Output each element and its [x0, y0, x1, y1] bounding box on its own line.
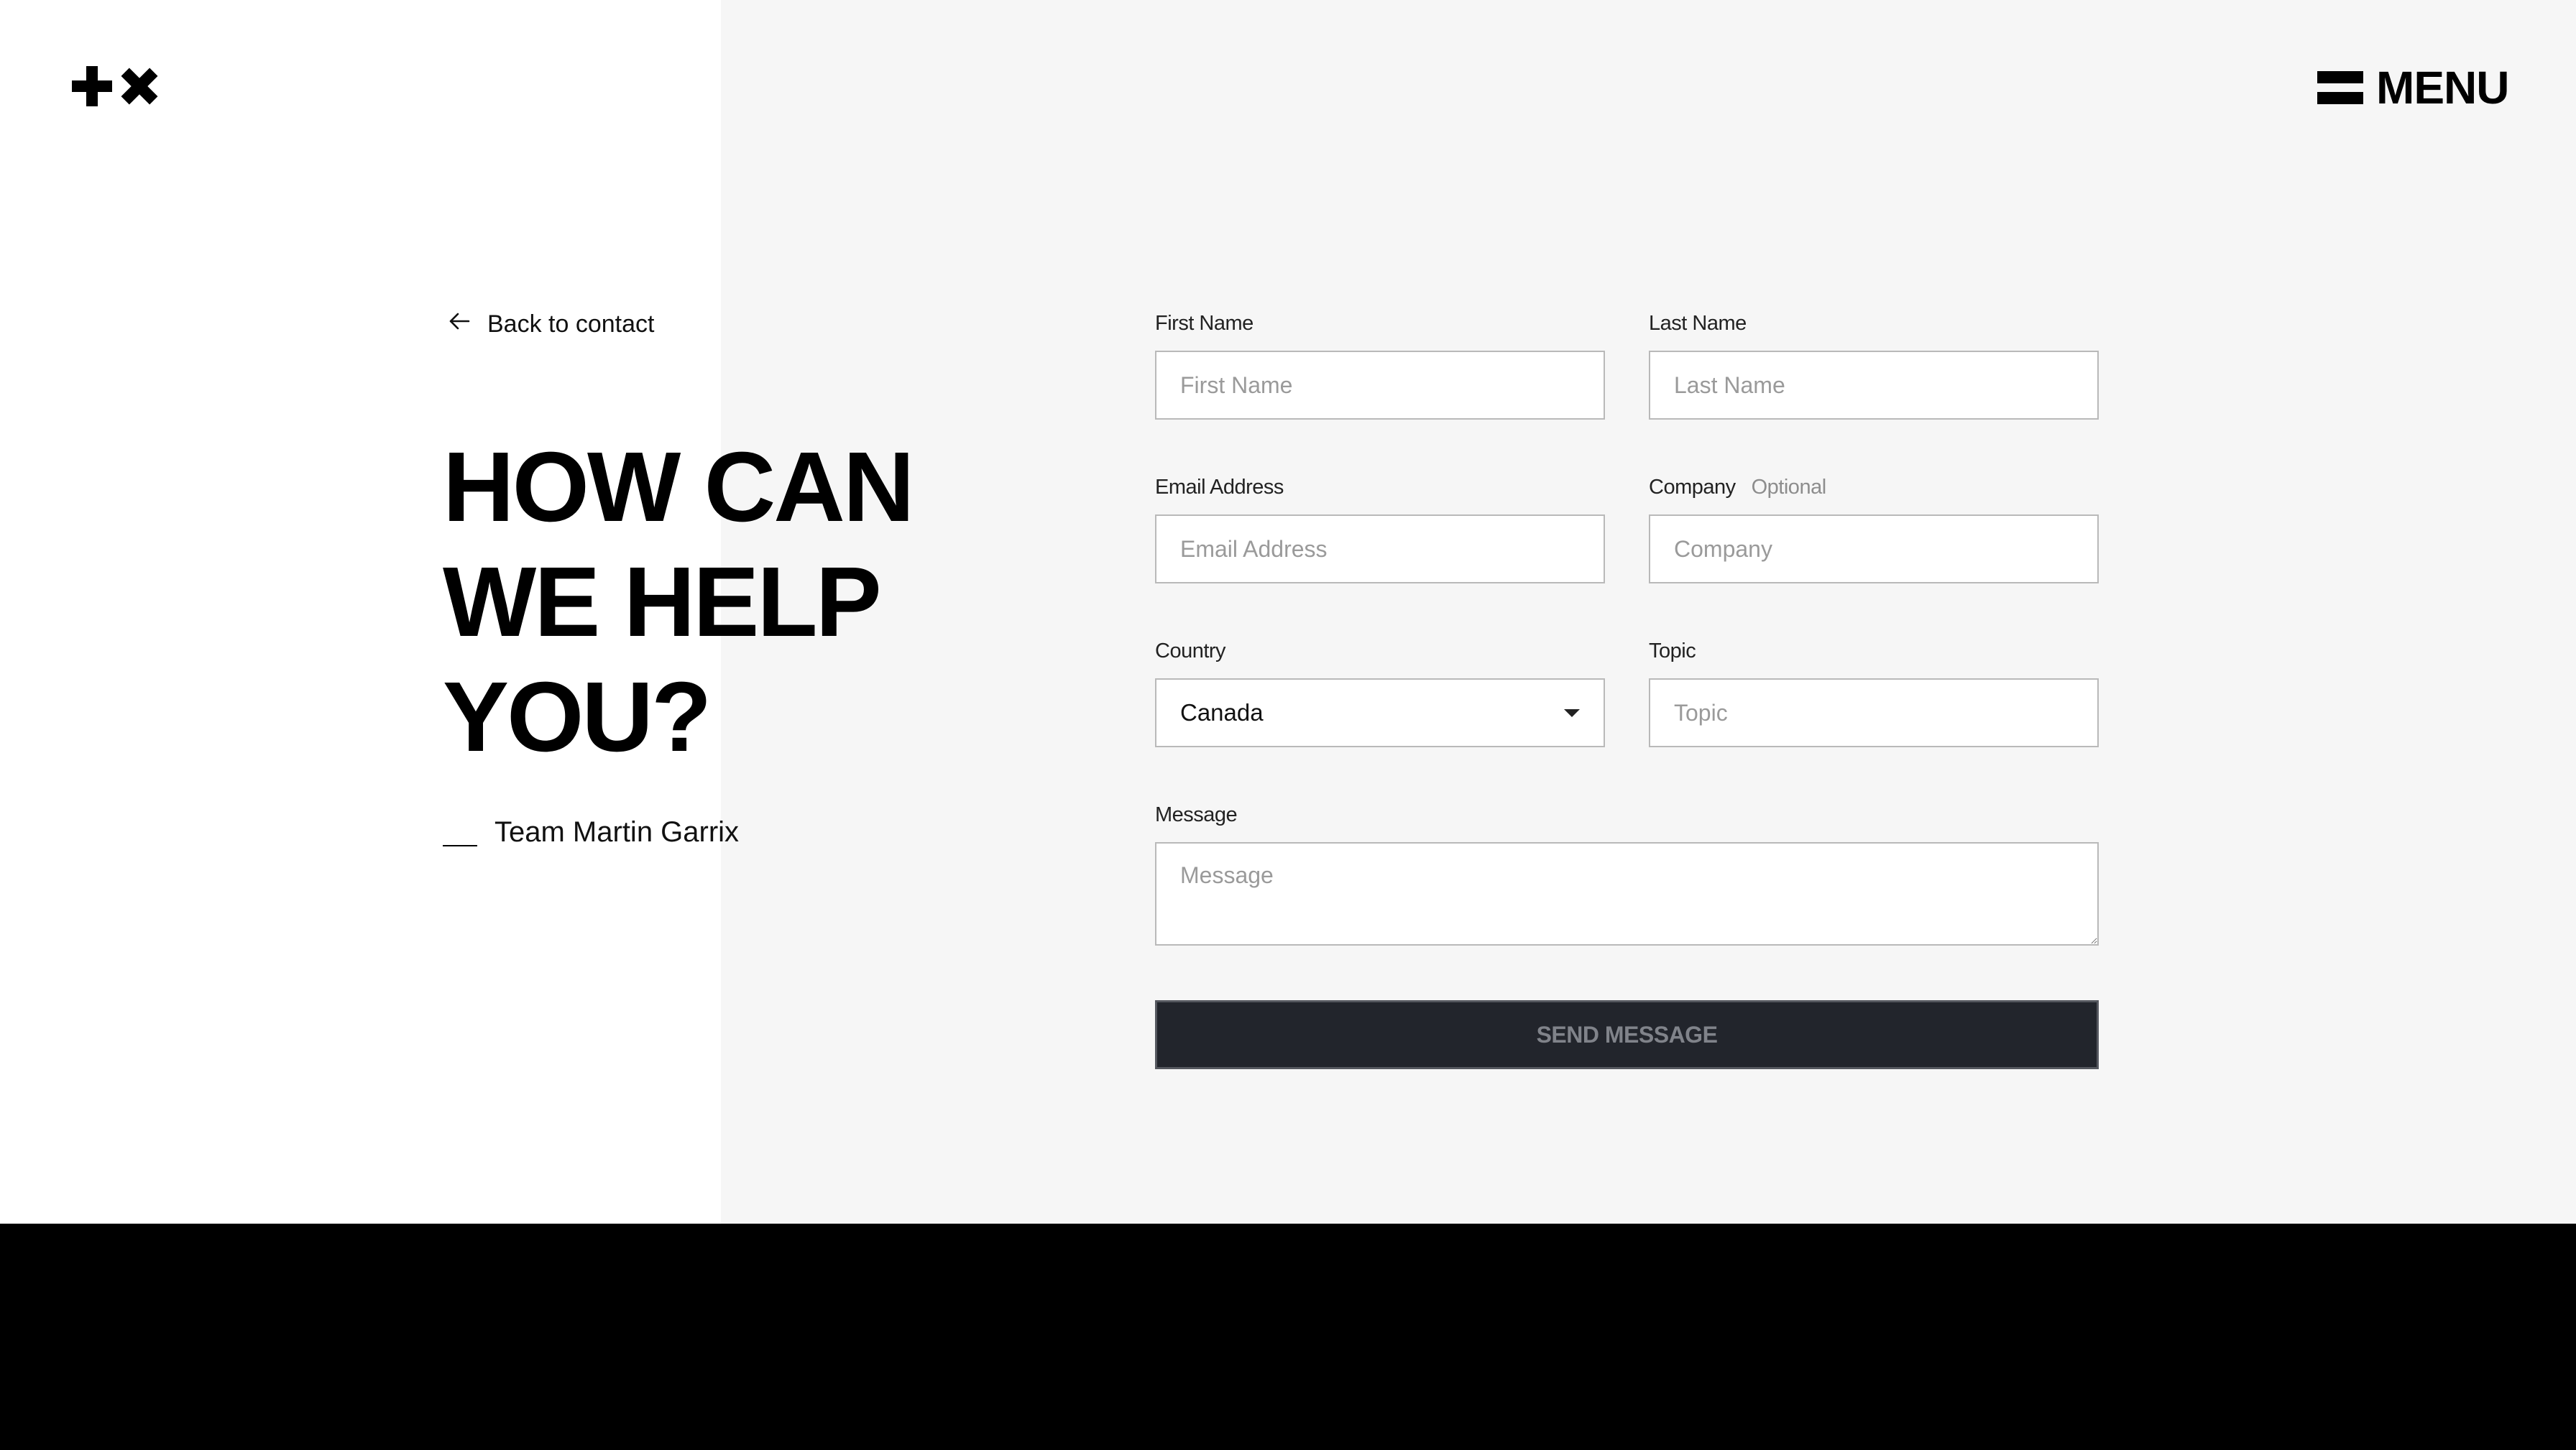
- country-selected-value: Canada: [1180, 699, 1264, 726]
- company-label-text: Company: [1649, 475, 1736, 499]
- plus-times-logo-icon[interactable]: [72, 66, 160, 106]
- message-label: Message: [1155, 802, 2099, 828]
- first-name-label: First Name: [1155, 310, 1605, 336]
- company-optional-tag: Optional: [1751, 475, 1827, 499]
- last-name-label: Last Name: [1649, 310, 2099, 336]
- email-label: Email Address: [1155, 474, 1605, 500]
- country-select[interactable]: Canada: [1155, 678, 1605, 747]
- topic-input[interactable]: [1649, 678, 2099, 747]
- arrow-left-icon: [447, 309, 472, 340]
- message-textarea[interactable]: [1155, 842, 2099, 946]
- topic-field: Topic: [1649, 638, 2099, 747]
- page-title: HOW CAN WE HELP YOU?: [443, 430, 1003, 775]
- back-to-contact-link[interactable]: Back to contact: [447, 309, 654, 340]
- headline-line-1: HOW CAN: [443, 432, 915, 542]
- first-name-field: First Name: [1155, 310, 1605, 420]
- message-label-text: Message: [1155, 803, 1238, 826]
- company-input[interactable]: [1649, 514, 2099, 583]
- caret-down-icon: [1564, 708, 1580, 717]
- footer-band: [0, 1224, 2576, 1450]
- country-label: Country: [1155, 638, 1605, 664]
- topic-label: Topic: [1649, 638, 2099, 664]
- send-message-button[interactable]: SEND MESSAGE: [1155, 1000, 2099, 1069]
- back-link-label: Back to contact: [487, 310, 655, 338]
- menu-button[interactable]: MENU: [2317, 62, 2509, 114]
- company-label: Company Optional: [1649, 474, 2099, 500]
- country-label-text: Country: [1155, 639, 1226, 662]
- country-field: Country Canada: [1155, 638, 1605, 747]
- signature: Team Martin Garrix: [443, 815, 739, 849]
- headline-line-2: WE HELP: [443, 547, 882, 657]
- company-field: Company Optional: [1649, 474, 2099, 583]
- message-field: Message: [1155, 802, 2099, 949]
- menu-label: MENU: [2376, 62, 2509, 114]
- hamburger-icon: [2317, 71, 2363, 104]
- headline-line-3: YOU?: [443, 662, 712, 772]
- email-label-text: Email Address: [1155, 475, 1284, 499]
- signature-name: Team Martin Garrix: [494, 816, 740, 848]
- email-input[interactable]: [1155, 514, 1605, 583]
- last-name-field: Last Name: [1649, 310, 2099, 420]
- signature-dash: [443, 845, 477, 846]
- first-name-label-text: First Name: [1155, 311, 1254, 335]
- last-name-input[interactable]: [1649, 351, 2099, 420]
- email-field: Email Address: [1155, 474, 1605, 583]
- topic-label-text: Topic: [1649, 639, 1696, 662]
- first-name-input[interactable]: [1155, 351, 1605, 420]
- contact-page: MENU Back to contact HOW CAN WE HELP YOU…: [0, 0, 2576, 1450]
- last-name-label-text: Last Name: [1649, 311, 1747, 335]
